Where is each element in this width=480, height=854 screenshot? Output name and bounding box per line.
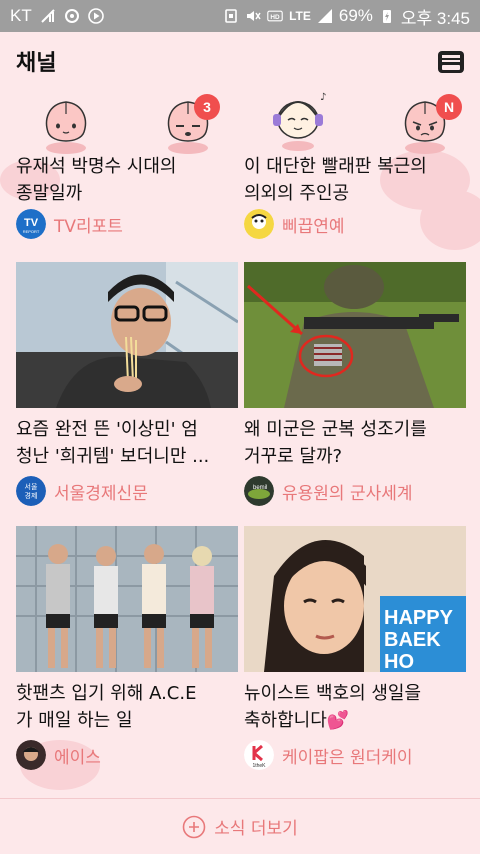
time-label: 오후 3:45 — [400, 8, 470, 28]
card-title: 요즘 완전 뜬 '이상민' 엄 청난 '희귀템' 보더니만 ... — [16, 419, 210, 467]
military-logo-icon: bemil — [244, 476, 274, 506]
source-name: 삐끕연예 — [282, 216, 345, 237]
tv-report-logo-subtext: REPORT — [23, 229, 40, 234]
battery-charging-icon — [382, 10, 391, 23]
news-card[interactable]: 유재석 박명수 시대의 종말일까 TV REPORT TV리포트 — [16, 153, 238, 241]
news-card[interactable]: 왜 미군은 군복 성조기를 거꾸로 달까? bemil 유용원의 군사세계 — [244, 416, 466, 508]
svg-text:bemil: bemil — [253, 485, 267, 491]
carrier-label: KT — [10, 6, 32, 25]
card-icon — [225, 9, 237, 23]
source-name: 케이팝은 원더케이 — [282, 747, 413, 768]
card-title: 뉴이스트 백호의 생일을 축하합니다💕 — [244, 683, 422, 731]
source-name: 에이스 — [54, 747, 101, 768]
news-card[interactable]: 요즘 완전 뜬 '이상민' 엄 청난 '희귀템' 보더니만 ... 서울 경제 … — [16, 416, 238, 508]
news-card[interactable]: 뉴이스트 백호의 생일을 축하합니다💕 1theK 케이팝은 원더케이 — [244, 680, 466, 772]
sync-icon — [64, 9, 79, 23]
tv-report-logo-icon: TV REPORT — [16, 209, 46, 239]
more-news-label: 소식 더보기 — [214, 819, 298, 839]
1thek-logo-icon: 1theK — [244, 740, 274, 770]
more-news-button[interactable]: 소식 더보기 — [0, 798, 480, 854]
signal-icon — [317, 9, 332, 23]
news-card[interactable]: 이 대단한 빨래판 복근의 의외의 주인공 삐끕연예 — [244, 153, 466, 241]
mute-icon — [247, 11, 261, 21]
plus-circle-icon — [182, 815, 206, 838]
notification-badge: 3 — [194, 94, 220, 120]
hd-icon: HD — [267, 10, 283, 22]
bbikkeup-logo-icon — [244, 209, 274, 239]
character-row: 3 ♪ N — [0, 88, 480, 154]
card-thumbnail[interactable] — [16, 526, 238, 672]
card-title: 왜 미군은 군복 성조기를 거꾸로 달까? — [244, 419, 427, 467]
thumb-text-ho: HO — [384, 651, 414, 672]
battery-label: 69% — [338, 6, 373, 25]
card-thumbnail[interactable] — [244, 262, 466, 408]
play-icon — [87, 8, 104, 24]
card-thumbnail[interactable]: HAPPY BAEK HO — [244, 526, 466, 672]
card-source: 삐끕연예 — [244, 207, 466, 241]
channel-box-icon[interactable] — [436, 48, 466, 76]
card-title: 이 대단한 빨래판 복근의 의외의 주인공 — [244, 156, 427, 204]
card-source: 에이스 — [16, 738, 238, 772]
1thek-logo-text: 1theK — [252, 763, 266, 769]
signal-off-icon — [41, 9, 55, 23]
svg-text:♪: ♪ — [320, 92, 326, 103]
new-badge: N — [436, 94, 462, 120]
thumb-text-baek: BAEK — [384, 629, 441, 651]
source-name: TV리포트 — [54, 216, 123, 237]
headphone-character-icon[interactable]: ♪ — [268, 90, 328, 152]
source-name: 서울경제신문 — [54, 483, 148, 504]
page-title: 채널 — [16, 51, 57, 76]
thumb-text-happy: HAPPY — [384, 607, 454, 629]
card-source: bemil 유용원의 군사세계 — [244, 474, 466, 508]
peach-character-icon[interactable] — [36, 94, 96, 156]
svg-text:서울: 서울 — [25, 482, 38, 491]
tv-report-logo-text: TV — [24, 217, 39, 229]
status-bar: KT HD LTE 69% 오후 3:45 — [0, 0, 480, 32]
svg-text:HD: HD — [270, 14, 280, 21]
card-title: 유재석 박명수 시대의 종말일까 — [16, 156, 177, 204]
card-source: 1theK 케이팝은 원더케이 — [244, 738, 466, 772]
card-source: 서울 경제 서울경제신문 — [16, 474, 238, 508]
card-source: TV REPORT TV리포트 — [16, 207, 238, 241]
card-title: 핫팬츠 입기 위해 A.C.E 가 매일 하는 일 — [16, 683, 197, 731]
ace-logo-icon — [16, 740, 46, 770]
news-card[interactable]: 핫팬츠 입기 위해 A.C.E 가 매일 하는 일 에이스 — [16, 680, 238, 772]
source-name: 유용원의 군사세계 — [282, 483, 413, 504]
card-thumbnail[interactable] — [16, 262, 238, 408]
svg-text:경제: 경제 — [25, 491, 38, 500]
header: 채널 — [0, 32, 480, 90]
network-label: LTE — [289, 9, 311, 23]
seoul-economy-logo-icon: 서울 경제 — [16, 476, 46, 506]
